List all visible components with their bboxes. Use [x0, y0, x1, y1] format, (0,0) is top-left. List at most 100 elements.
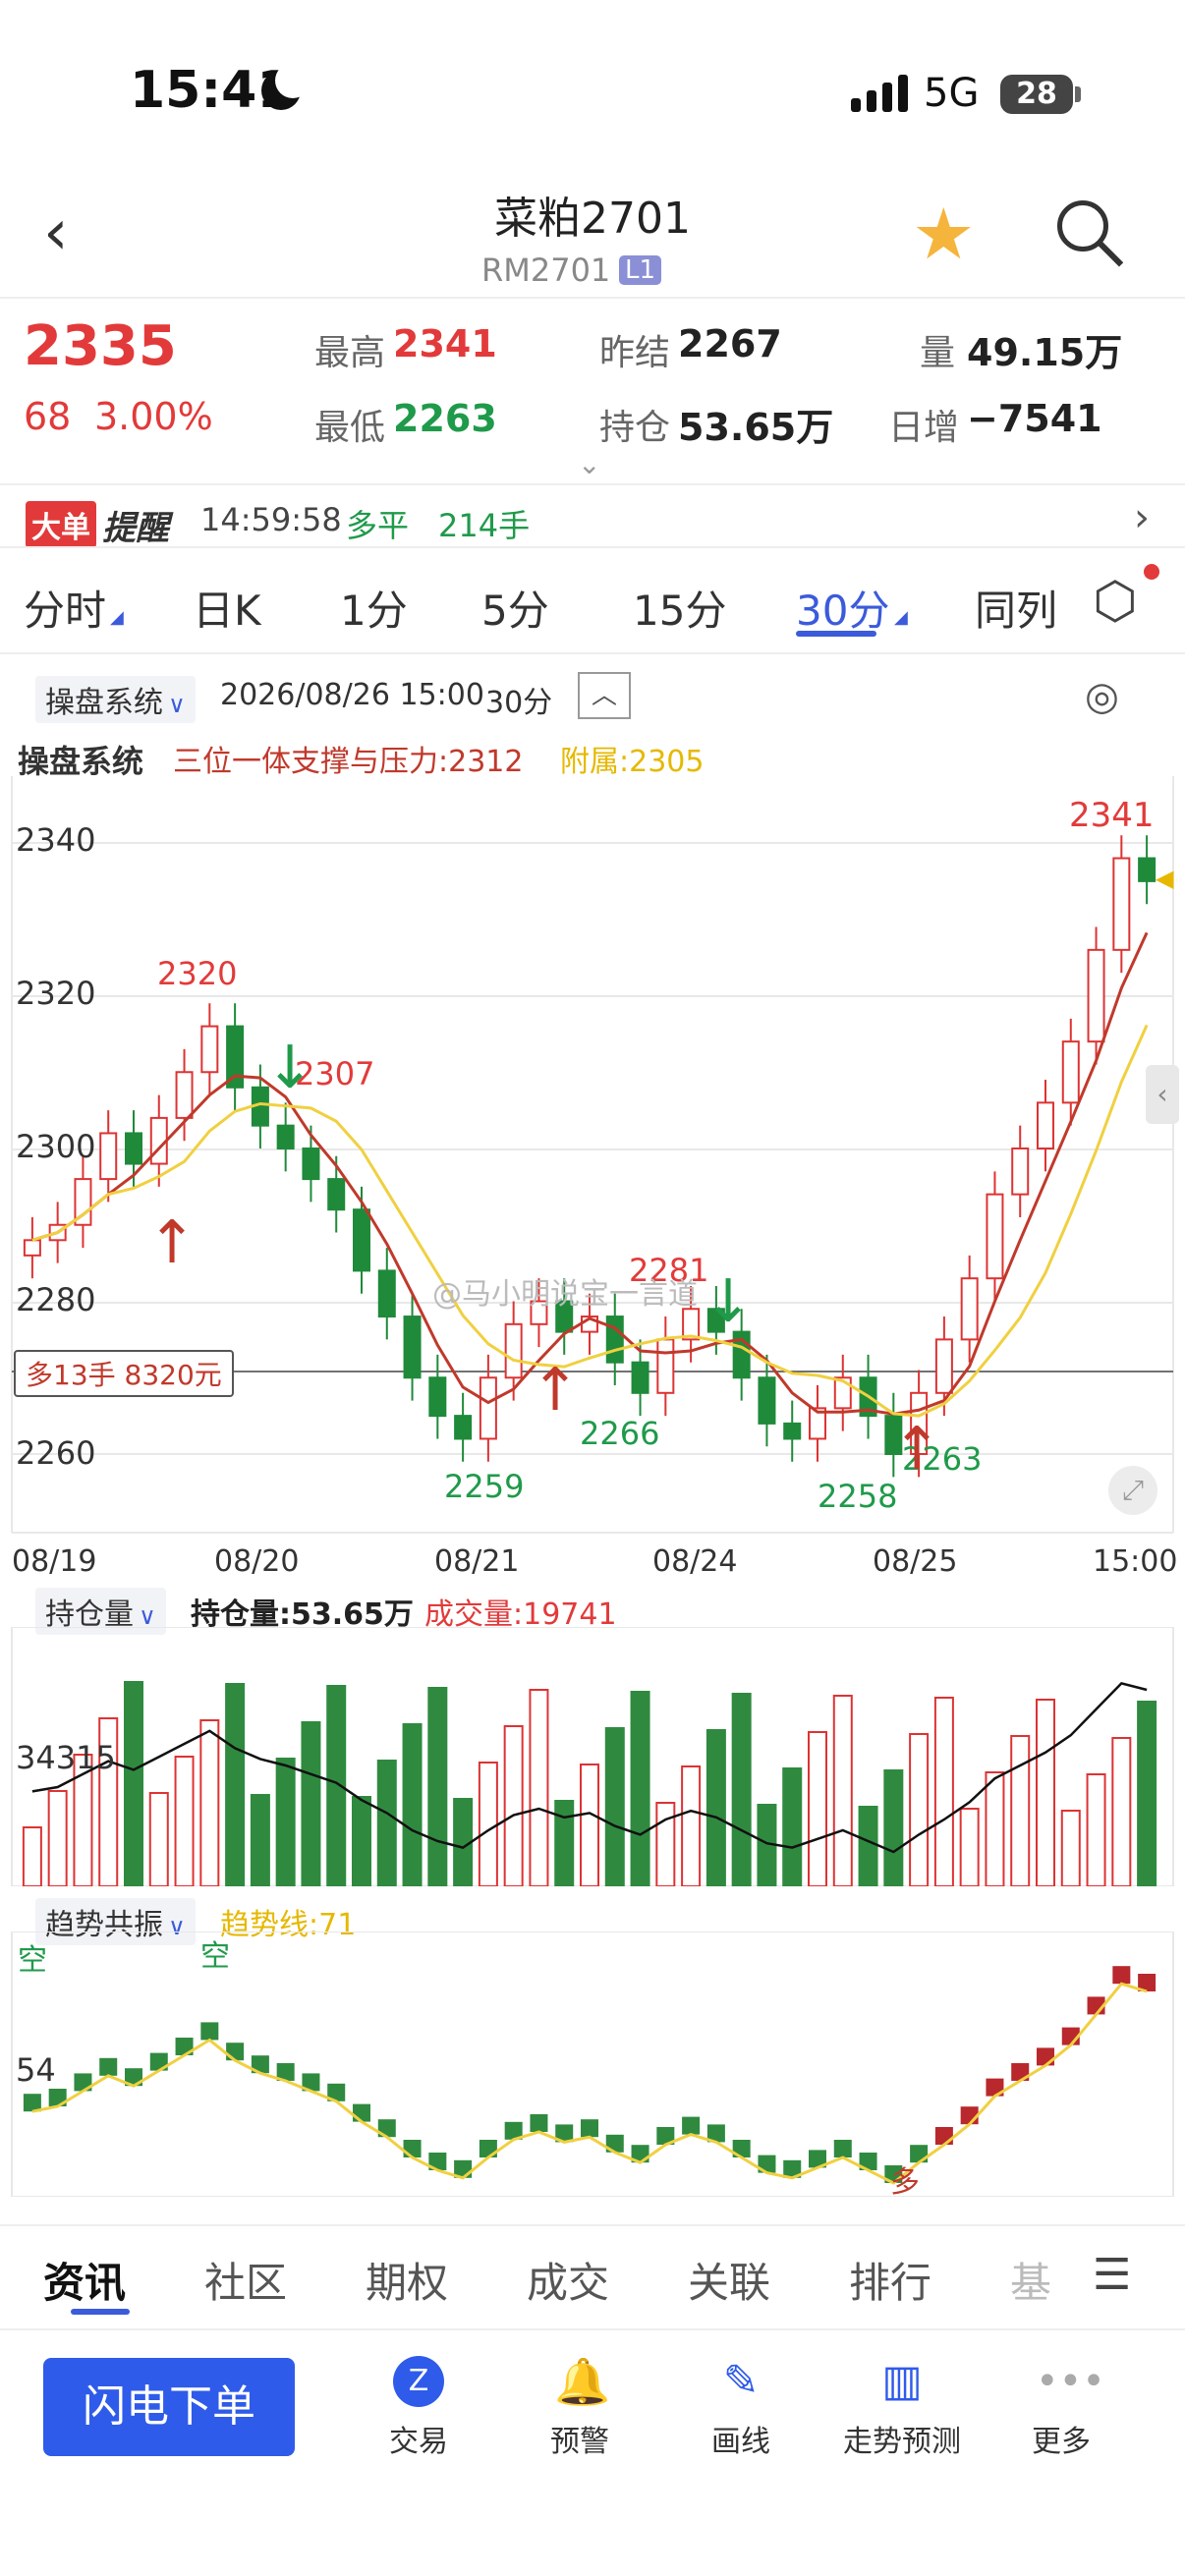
alert-button[interactable]: 🔔 预警 — [501, 2356, 658, 2460]
trend-block — [99, 2057, 118, 2076]
trend-label: 多 — [890, 2165, 920, 2200]
tab-same-column[interactable]: 同列 — [975, 578, 1057, 638]
expand-chevron-icon[interactable]: ⌄ — [578, 448, 600, 480]
big-order-lots: 214手 — [438, 507, 531, 544]
trade-button[interactable]: Z 交易 — [340, 2356, 497, 2460]
candle-body — [99, 1132, 118, 1181]
network-type: 5G — [924, 71, 980, 116]
signal-icon — [898, 75, 908, 112]
divider — [0, 483, 1185, 485]
candle-body — [23, 1239, 41, 1257]
tab-options[interactable]: 期权 — [366, 2250, 448, 2310]
candle-body — [276, 1124, 295, 1149]
volume-bar — [376, 1760, 397, 1886]
tab-news[interactable]: 资讯 — [43, 2250, 126, 2310]
eye-icon[interactable]: ◎ — [1085, 674, 1119, 719]
chevron-right-icon[interactable]: › — [1134, 495, 1150, 540]
high-value: 2341 — [393, 322, 497, 365]
buy-arrow-icon: ↑ — [147, 1208, 198, 1277]
big-order-time: 14:59:58 — [200, 501, 342, 538]
candle-body — [200, 1025, 219, 1074]
candle-body — [1087, 948, 1105, 1043]
sell-arrow-icon: ↓ — [265, 1034, 315, 1102]
annotation: 2266 — [580, 1415, 660, 1452]
annotation: 2341 — [1069, 796, 1155, 835]
tab-30min[interactable]: 30分 — [796, 578, 889, 638]
more-button[interactable]: ••• 更多 — [983, 2356, 1140, 2460]
volume-bar — [478, 1762, 498, 1886]
tab-trades[interactable]: 成交 — [527, 2250, 609, 2310]
trade-icon: Z — [393, 2356, 444, 2407]
tab-fundamentals[interactable]: 基 — [1010, 2250, 1051, 2310]
dropdown-caret-icon: ◢ — [110, 607, 124, 628]
more-dots-icon: ••• — [1036, 2359, 1105, 2404]
menu-icon[interactable]: ☰ — [1093, 2250, 1131, 2300]
tab-15min[interactable]: 15分 — [633, 578, 726, 638]
annotation: 2320 — [157, 955, 238, 992]
trend-block — [581, 2119, 598, 2138]
volume-bar — [985, 1771, 1005, 1886]
candle-body — [1037, 1101, 1054, 1150]
side-panel-handle[interactable]: ‹ — [1146, 1065, 1179, 1124]
system-selector[interactable]: 操盘系统 ∨ — [35, 676, 196, 723]
moon-icon-cut — [275, 63, 310, 98]
active-tab-underline — [796, 631, 876, 637]
chart-datetime: 2026/08/26 15:00 — [220, 678, 484, 712]
candle-body — [403, 1316, 422, 1379]
candle-body — [226, 1025, 245, 1089]
trend-block — [403, 2140, 422, 2157]
trend-block — [682, 2116, 701, 2135]
forecast-button[interactable]: ▥ 走势预测 — [823, 2356, 981, 2460]
trend-chart[interactable] — [0, 1932, 1185, 2197]
low-value: 2263 — [393, 397, 497, 440]
chevron-down-icon: ∨ — [139, 1602, 156, 1630]
volume-bar — [782, 1767, 803, 1886]
candle-body — [1061, 1040, 1080, 1104]
tab-daily-k[interactable]: 日K — [193, 578, 261, 638]
position-label[interactable]: 多13手 8320元 — [14, 1350, 234, 1397]
y-tick: 2340 — [16, 821, 96, 859]
candle-body — [377, 1269, 396, 1318]
vol-value: 49.15万 — [967, 331, 1123, 374]
sell-arrow-icon: ↓ — [704, 1267, 754, 1336]
trend-block — [833, 2140, 852, 2157]
volume-bar — [1060, 1810, 1081, 1886]
tab-fenshi[interactable]: 分时 — [24, 578, 106, 638]
settings-hex-icon[interactable]: ⬡ — [1093, 572, 1137, 631]
candle-body — [353, 1208, 370, 1272]
draw-button[interactable]: ✎ 画线 — [662, 2356, 819, 2460]
oi-volume-chart[interactable] — [0, 1627, 1185, 1886]
volume-bar — [959, 1808, 980, 1886]
buy-arrow-icon: ↑ — [892, 1415, 942, 1484]
bell-icon: 🔔 — [554, 2355, 611, 2408]
volume-bar — [47, 1790, 68, 1886]
tab-ranking[interactable]: 排行 — [849, 2250, 931, 2310]
tab-5min[interactable]: 5分 — [481, 578, 549, 638]
x-tick: 08/19 — [12, 1544, 97, 1579]
divider — [0, 546, 1185, 548]
volume-bar — [1086, 1773, 1106, 1886]
signal-icon — [867, 90, 876, 112]
tab-1min[interactable]: 1分 — [340, 578, 408, 638]
x-tick: 08/20 — [214, 1544, 300, 1579]
support-pressure-label: 三位一体支撑与压力:2312 — [173, 745, 524, 779]
candlestick-chart[interactable] — [0, 776, 1185, 1582]
volume-bar — [933, 1697, 954, 1886]
collapse-up-icon[interactable]: ︿ — [578, 672, 631, 719]
trend-block — [934, 2127, 953, 2145]
candle-body — [1138, 857, 1157, 882]
forecast-label: 走势预测 — [843, 2425, 961, 2459]
candle-body — [175, 1071, 194, 1119]
tab-community[interactable]: 社区 — [204, 2250, 287, 2310]
flash-order-button[interactable]: 闪电下单 — [43, 2358, 295, 2456]
volume-bar — [301, 1721, 321, 1886]
daily-inc-label: 日增 — [888, 408, 960, 448]
volume-bar — [199, 1719, 220, 1886]
fullscreen-icon[interactable]: ⤢ — [1108, 1466, 1157, 1515]
volume-bar — [275, 1758, 296, 1886]
book-icon: ▥ — [881, 2356, 923, 2406]
star-icon[interactable]: ★ — [912, 193, 976, 275]
candle-body — [934, 1338, 953, 1394]
tab-related[interactable]: 关联 — [688, 2250, 770, 2310]
volume-bar — [174, 1756, 195, 1886]
